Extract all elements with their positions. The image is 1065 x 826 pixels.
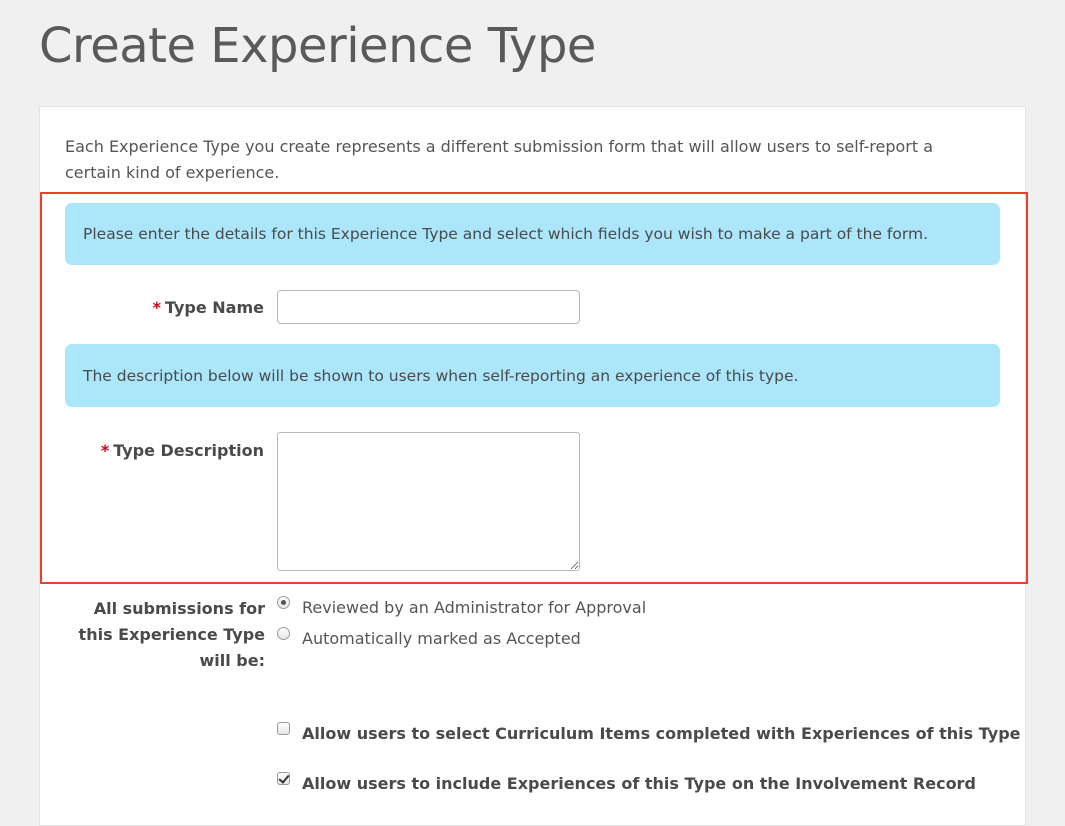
radio-button-accepted[interactable] — [277, 627, 290, 640]
info-banner-details-text: Please enter the details for this Experi… — [83, 225, 928, 243]
type-name-input[interactable] — [277, 290, 580, 324]
checkbox-label-involvement[interactable]: Allow users to include Experiences of th… — [302, 774, 976, 793]
radio-option-reviewed[interactable]: Reviewed by an Administrator for Approva… — [277, 596, 646, 617]
type-description-label: * Type Description — [101, 441, 264, 460]
required-marker: * — [152, 298, 161, 317]
submissions-label-line: will be: — [199, 651, 265, 670]
intro-text: Each Experience Type you create represen… — [65, 137, 933, 182]
info-banner-details: Please enter the details for this Experi… — [65, 203, 1000, 265]
submissions-label-line: All submissions for — [93, 599, 265, 618]
radio-label-accepted[interactable]: Automatically marked as Accepted — [302, 629, 581, 648]
required-marker: * — [100, 441, 110, 460]
checkbox-option-curriculum[interactable]: Allow users to select Curriculum Items c… — [277, 722, 1021, 743]
checkbox-option-involvement[interactable]: Allow users to include Experiences of th… — [277, 772, 976, 793]
submissions-label-line: this Experience Type — [78, 625, 265, 644]
form-card: Each Experience Type you create represen… — [39, 106, 1028, 826]
type-name-label-text: Type Name — [164, 298, 264, 317]
type-description-textarea[interactable] — [277, 432, 580, 571]
page-title: Create Experience Type — [39, 18, 596, 74]
radio-label-reviewed[interactable]: Reviewed by an Administrator for Approva… — [302, 598, 646, 617]
checkbox-curriculum[interactable] — [277, 722, 290, 735]
info-banner-description-text: The description below will be shown to u… — [83, 366, 799, 385]
submissions-label: All submissions for this Experience Type… — [65, 596, 265, 674]
checkbox-label-curriculum[interactable]: Allow users to select Curriculum Items c… — [302, 724, 1021, 743]
checkbox-involvement[interactable] — [277, 772, 290, 785]
type-name-label: * Type Name — [153, 298, 264, 317]
info-banner-description: The description below will be shown to u… — [65, 344, 1000, 407]
radio-option-accepted[interactable]: Automatically marked as Accepted — [277, 627, 581, 648]
radio-button-reviewed[interactable] — [277, 596, 290, 609]
type-description-label-text: Type Description — [113, 441, 264, 460]
